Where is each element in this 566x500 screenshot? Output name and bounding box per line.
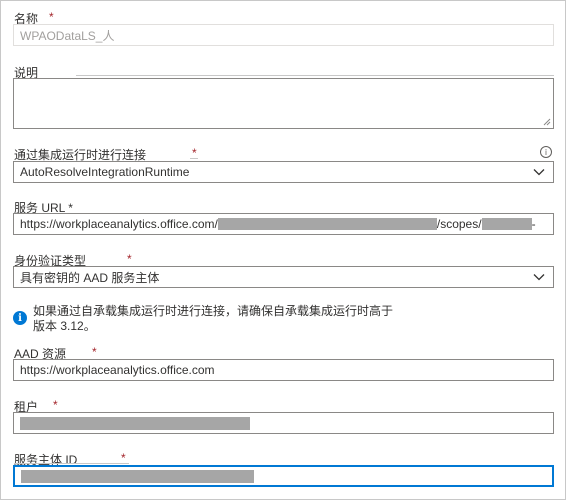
name-required-mark: * xyxy=(49,10,54,24)
description-divider xyxy=(76,75,554,76)
integration-runtime-divider xyxy=(190,158,198,159)
info-message: 如果通过自承载集成运行时进行连接，请确保自承载集成运行时高于 版本 3.12。 xyxy=(33,304,393,334)
service-url-mid: /scopes/ xyxy=(436,217,482,231)
info-icon: i xyxy=(13,311,27,325)
auth-type-required-mark: * xyxy=(127,252,132,266)
name-input[interactable]: WPAODataLS_人 xyxy=(13,24,554,46)
auth-type-select[interactable]: 具有密钥的 AAD 服务主体 xyxy=(13,266,554,288)
integration-runtime-select[interactable]: AutoResolveIntegrationRuntime xyxy=(13,161,554,183)
tenant-input[interactable] xyxy=(13,412,554,434)
redacted-service-principal-id-value xyxy=(21,469,254,483)
service-principal-id-input[interactable] xyxy=(13,465,554,487)
aad-resource-required-mark: * xyxy=(92,345,97,359)
chevron-down-icon xyxy=(533,169,545,176)
service-url-prefix: https://workplaceanalytics.office.com/ xyxy=(20,217,218,231)
aad-resource-input[interactable]: https://workplaceanalytics.office.com xyxy=(13,359,554,381)
redacted-tenant-value xyxy=(20,416,250,430)
aad-resource-value: https://workplaceanalytics.office.com xyxy=(20,363,215,377)
info-message-line2: 版本 3.12。 xyxy=(33,319,96,333)
info-message-line1: 如果通过自承载集成运行时进行连接，请确保自承载集成运行时高于 xyxy=(33,304,394,318)
tenant-required-mark: * xyxy=(53,398,58,412)
redacted-url-segment xyxy=(217,218,437,230)
service-url-input[interactable]: https://workplaceanalytics.office.com/ /… xyxy=(13,213,554,235)
integration-runtime-value: AutoResolveIntegrationRuntime xyxy=(20,165,190,179)
service-url-suffix: - xyxy=(531,217,536,231)
resize-grip-icon[interactable] xyxy=(543,118,551,126)
info-tooltip-icon[interactable]: i xyxy=(540,146,552,158)
redacted-scope-segment xyxy=(481,218,532,230)
chevron-down-icon xyxy=(533,274,545,281)
description-textarea[interactable] xyxy=(13,78,554,129)
auth-type-value: 具有密钥的 AAD 服务主体 xyxy=(20,270,160,285)
name-placeholder: WPAODataLS_人 xyxy=(20,28,115,43)
service-principal-id-divider xyxy=(14,463,129,464)
